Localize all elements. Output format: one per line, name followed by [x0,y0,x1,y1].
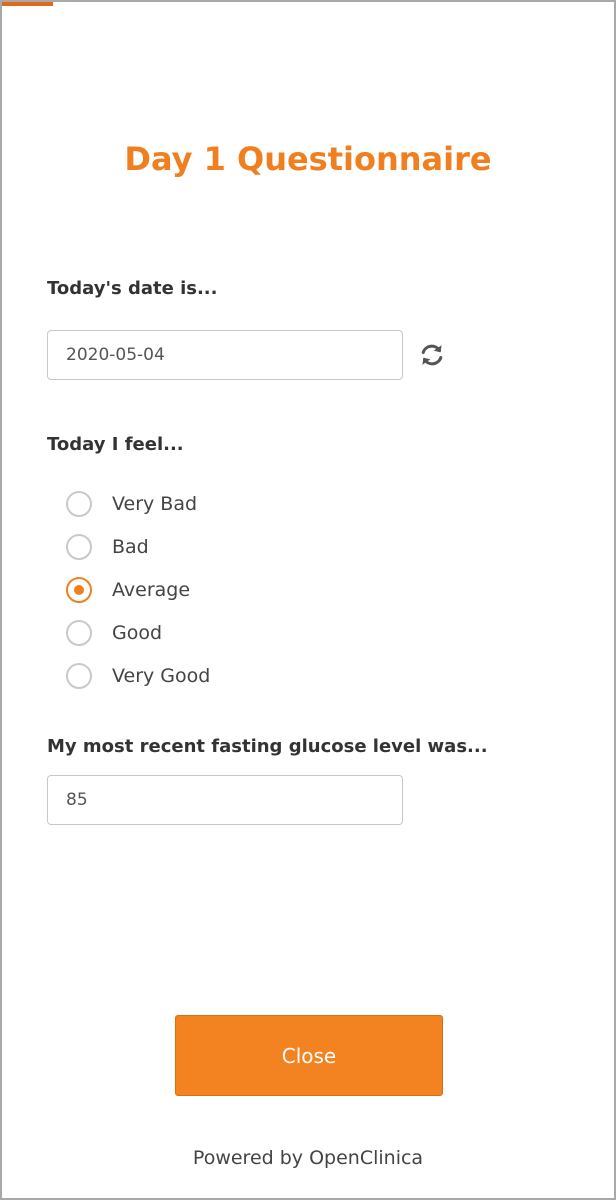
refresh-date-button[interactable] [415,338,449,372]
feeling-question-label: Today I feel... [47,434,184,455]
feeling-radio-group: Very Bad Bad Average Good Very Good [66,482,210,697]
radio-label: Very Bad [112,492,198,515]
date-question-label: Today's date is... [47,278,218,299]
radio-option-bad[interactable]: Bad [66,525,210,568]
refresh-icon [421,344,443,366]
radio-label: Very Good [112,664,211,687]
date-input[interactable] [47,330,403,380]
radio-button-selected[interactable] [66,576,92,603]
radio-option-very-bad[interactable]: Very Bad [66,482,210,525]
radio-option-average[interactable]: Average [66,568,210,611]
radio-button[interactable] [66,662,92,689]
radio-selected-dot [74,584,84,595]
form-page: Day 1 Questionnaire Today's date is... T… [0,0,616,1200]
radio-label: Good [112,621,163,644]
glucose-question-label: My most recent fasting glucose level was… [47,736,488,757]
radio-option-very-good[interactable]: Very Good [66,654,210,697]
page-title: Day 1 Questionnaire [124,140,492,178]
radio-label: Average [112,578,191,601]
radio-button[interactable] [66,490,92,517]
progress-indicator [2,2,53,6]
glucose-input[interactable] [47,775,403,825]
powered-by-footer: Powered by OpenClinica [192,1147,424,1169]
radio-button[interactable] [66,533,92,560]
radio-option-good[interactable]: Good [66,611,210,654]
close-button[interactable]: Close [175,1015,443,1096]
radio-label: Bad [112,535,149,558]
radio-button[interactable] [66,619,92,646]
